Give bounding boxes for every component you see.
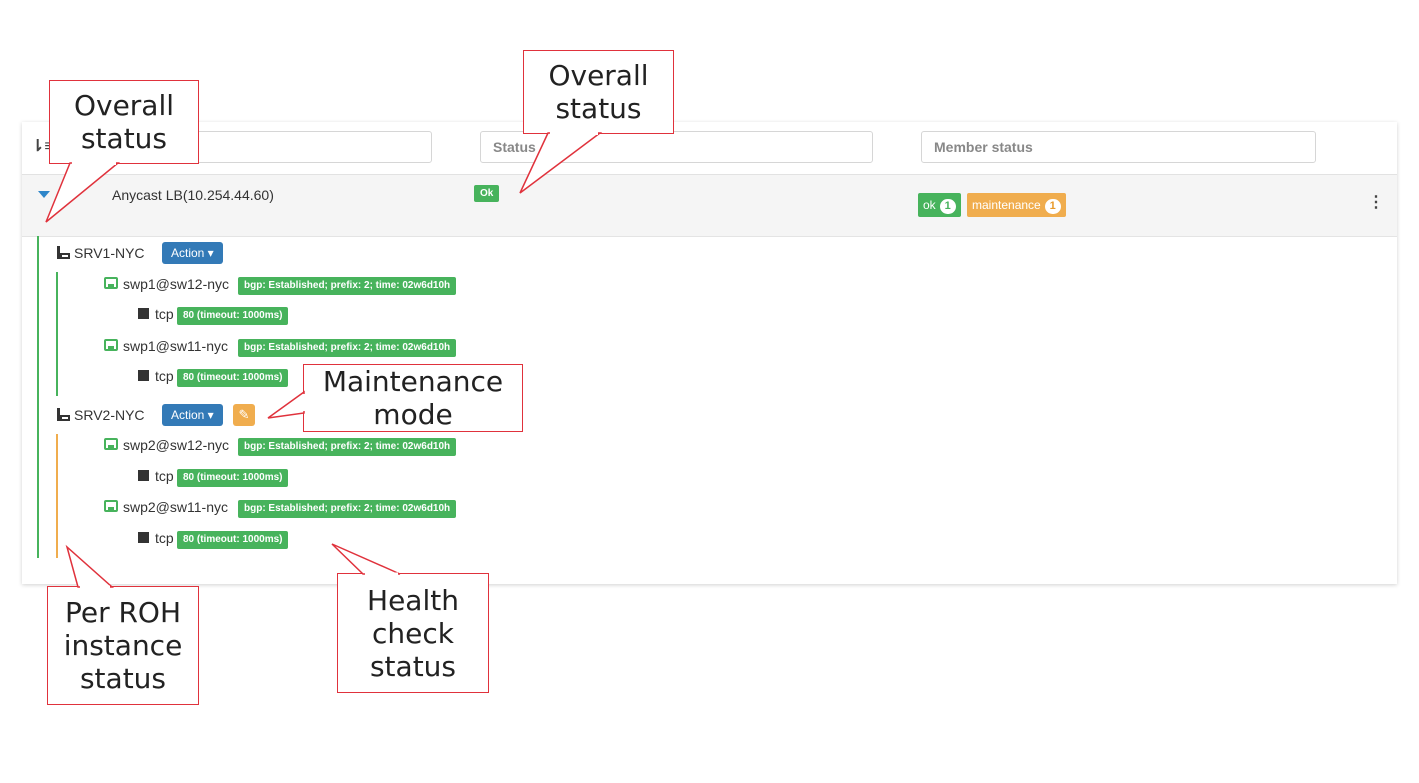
member-row: swp2@sw11-nyc bbox=[104, 499, 228, 515]
interface-icon bbox=[104, 277, 118, 289]
srv2-action-button[interactable]: Action ▾ bbox=[162, 404, 223, 426]
check-name: tcp bbox=[155, 530, 174, 546]
health-check-badge: 80 (timeout: 1000ms) bbox=[177, 531, 289, 549]
status-filter-input[interactable]: Status bbox=[480, 131, 873, 163]
lb-name: Anycast LB(10.254.44.60) bbox=[112, 187, 274, 203]
member-status-ok-badge: ok 1 bbox=[918, 193, 961, 217]
square-icon bbox=[138, 470, 149, 481]
callout-overall-status-left: Overall status bbox=[49, 80, 199, 164]
health-check-row: tcp bbox=[138, 306, 174, 322]
filter-header: ⇂≡ Status Member status bbox=[22, 122, 1397, 175]
callout-maintenance-mode: Maintenance mode bbox=[303, 364, 523, 432]
server-icon bbox=[57, 408, 70, 421]
lb-tree-line bbox=[37, 236, 39, 558]
health-check-badge: 80 (timeout: 1000ms) bbox=[177, 369, 289, 387]
bgp-status-badge: bgp: Established; prefix: 2; time: 02w6d… bbox=[238, 339, 457, 357]
member-row: swp1@sw11-nyc bbox=[104, 338, 228, 354]
caret-down-icon[interactable] bbox=[38, 191, 50, 198]
load-balancer-panel: ⇂≡ Status Member status Anycast LB(10.25… bbox=[22, 122, 1397, 584]
member-status-maintenance-badge: maintenance 1 bbox=[967, 193, 1066, 217]
srv1-tree-line bbox=[56, 272, 58, 396]
interface-icon bbox=[104, 339, 118, 351]
square-icon bbox=[138, 532, 149, 543]
srv2-tree-line bbox=[56, 434, 58, 558]
check-name: tcp bbox=[155, 468, 174, 484]
server-name: SRV2-NYC bbox=[74, 407, 145, 423]
maintenance-count: 1 bbox=[1044, 199, 1061, 214]
callout-overall-status-top: Overall status bbox=[523, 50, 674, 134]
health-check-row: tcp bbox=[138, 468, 174, 484]
member-name: swp1@sw11-nyc bbox=[123, 338, 228, 354]
lb-row[interactable]: Anycast LB(10.254.44.60) Ok ok 1 maintena… bbox=[22, 175, 1397, 237]
bgp-status-badge: bgp: Established; prefix: 2; time: 02w6d… bbox=[238, 277, 457, 295]
member-status-filter-input[interactable]: Member status bbox=[921, 131, 1316, 163]
health-check-badge: 80 (timeout: 1000ms) bbox=[177, 469, 289, 487]
server-row-srv1: SRV1-NYC bbox=[57, 245, 145, 261]
kebab-menu-icon[interactable]: ⋮ bbox=[1368, 192, 1384, 212]
callout-per-roh-status: Per ROH instance status bbox=[47, 586, 199, 705]
health-check-row: tcp bbox=[138, 530, 174, 546]
interface-icon bbox=[104, 500, 118, 512]
overall-status-badge: Ok bbox=[474, 185, 500, 202]
square-icon bbox=[138, 308, 149, 319]
health-check-row: tcp bbox=[138, 368, 174, 384]
wrench-icon[interactable]: ✎ bbox=[233, 404, 255, 426]
server-icon bbox=[57, 246, 70, 259]
bgp-status-badge: bgp: Established; prefix: 2; time: 02w6d… bbox=[238, 438, 457, 456]
server-row-srv2: SRV2-NYC bbox=[57, 407, 145, 423]
check-name: tcp bbox=[155, 368, 174, 384]
ok-count: 1 bbox=[939, 199, 956, 214]
bgp-status-badge: bgp: Established; prefix: 2; time: 02w6d… bbox=[238, 500, 457, 518]
member-row: swp1@sw12-nyc bbox=[104, 276, 229, 292]
member-row: swp2@sw12-nyc bbox=[104, 437, 229, 453]
callout-health-check-status: Health check status bbox=[337, 573, 489, 693]
srv1-action-button[interactable]: Action ▾ bbox=[162, 242, 223, 264]
square-icon bbox=[138, 370, 149, 381]
interface-icon bbox=[104, 438, 118, 450]
member-name: swp2@sw12-nyc bbox=[123, 437, 230, 453]
health-check-badge: 80 (timeout: 1000ms) bbox=[177, 307, 289, 325]
check-name: tcp bbox=[155, 306, 174, 322]
server-name: SRV1-NYC bbox=[74, 245, 145, 261]
member-name: swp2@sw11-nyc bbox=[123, 499, 228, 515]
member-name: swp1@sw12-nyc bbox=[123, 276, 230, 292]
